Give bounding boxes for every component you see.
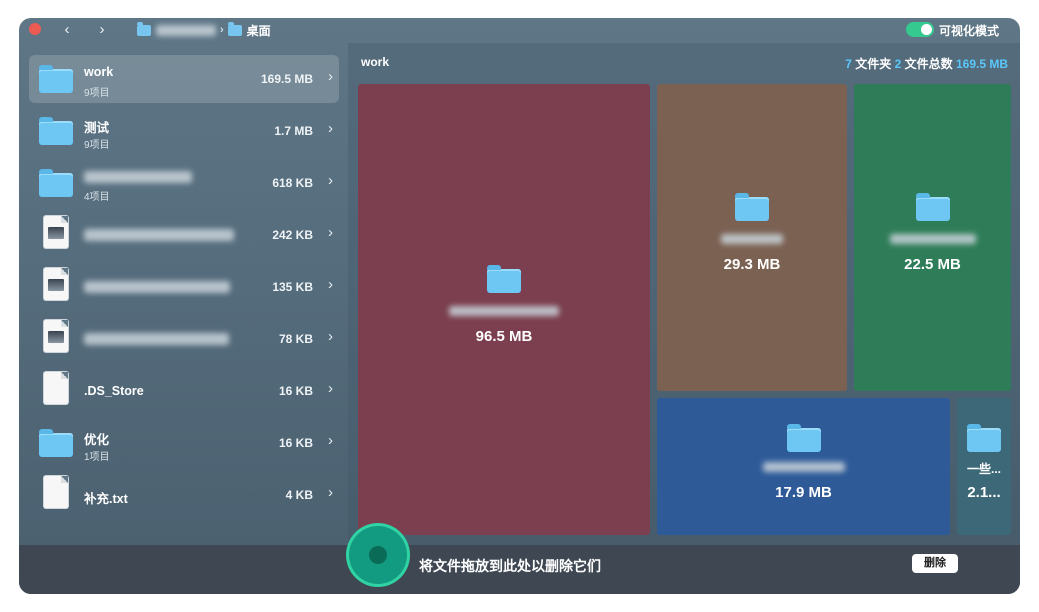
item-size: 1.7 MB: [274, 124, 313, 138]
folders-count: 7: [845, 57, 852, 71]
item-name-redacted: [84, 333, 229, 345]
item-size: 16 KB: [278, 436, 313, 450]
list-item[interactable]: 135 KB ›: [29, 263, 339, 311]
list-item[interactable]: work 9项目 169.5 MB ›: [29, 55, 339, 103]
visual-mode-label: 可视化模式: [939, 24, 1000, 38]
tile-size: 96.5 MB: [475, 328, 533, 345]
panel-title: work: [361, 55, 390, 69]
item-name-redacted: [84, 229, 234, 241]
breadcrumb-current[interactable]: 桌面: [247, 22, 271, 39]
close-window-button[interactable]: [29, 23, 41, 35]
chevron-right-icon[interactable]: ›: [328, 172, 333, 189]
chevron-right-icon[interactable]: ›: [328, 380, 333, 397]
treemap-tile[interactable]: 29.3 MB: [657, 84, 847, 391]
item-name: .DS_Store: [84, 384, 144, 398]
image-file-icon: [39, 320, 73, 354]
folder-icon: [39, 64, 73, 94]
breadcrumb-separator-icon: ›: [220, 24, 224, 36]
list-item[interactable]: 优化 1项目 16 KB ›: [29, 419, 339, 467]
list-item[interactable]: 测试 9项目 1.7 MB ›: [29, 107, 339, 155]
list-item[interactable]: 4项目 618 KB ›: [29, 159, 339, 207]
tile-name-redacted: [762, 462, 845, 472]
item-name-redacted: [84, 281, 230, 293]
breadcrumb-parent[interactable]: [156, 24, 216, 36]
item-name: 测试: [84, 121, 110, 135]
file-icon: [39, 372, 73, 406]
folders-label: 文件夹: [855, 57, 892, 71]
chevron-right-icon[interactable]: ›: [328, 224, 333, 241]
back-button[interactable]: ‹: [57, 20, 77, 40]
treemap-panel: work 7 文件夹 2 文件总数 169.5 MB 96.5 MB 29.3 …: [348, 43, 1020, 545]
tile-size: 2.1...: [967, 484, 1001, 501]
folder-icon: [39, 168, 73, 198]
item-count: 1项目: [84, 452, 110, 463]
item-count: 4项目: [84, 192, 110, 203]
list-item[interactable]: 78 KB ›: [29, 315, 339, 363]
total-size: 169.5 MB: [955, 57, 1008, 71]
treemap-tile[interactable]: 96.5 MB: [358, 84, 650, 535]
breadcrumb: › 桌面: [137, 21, 271, 39]
tile-size: 29.3 MB: [723, 256, 781, 273]
image-file-icon: [39, 268, 73, 302]
titlebar: ‹ › › 桌面 可视化模式: [19, 18, 1020, 43]
chevron-right-icon[interactable]: ›: [328, 328, 333, 345]
tile-name-redacted: [449, 306, 559, 316]
tile-name-redacted: [721, 234, 783, 244]
tile-size: 17.9 MB: [775, 484, 832, 501]
forward-button[interactable]: ›: [92, 20, 112, 40]
list-item[interactable]: 242 KB ›: [29, 211, 339, 259]
file-list: work 9项目 169.5 MB › 测试 9项目 1.7 MB › 4项目 …: [19, 43, 348, 545]
item-size: 618 KB: [272, 176, 313, 190]
treemap-tile[interactable]: 17.9 MB: [657, 398, 950, 535]
files-label: 文件总数: [904, 57, 953, 71]
drop-hint-text: 将文件拖放到此处以删除它们: [419, 558, 601, 574]
item-size: 135 KB: [272, 280, 313, 294]
item-count: 9项目: [84, 140, 110, 151]
chevron-right-icon[interactable]: ›: [328, 432, 333, 449]
delete-button[interactable]: 删除: [912, 554, 958, 573]
folder-icon: [487, 265, 521, 293]
item-name: work: [84, 65, 114, 79]
folder-icon: [227, 21, 242, 36]
tile-name-redacted: [889, 234, 976, 244]
treemap-tile[interactable]: 一些... 2.1...: [957, 398, 1011, 535]
list-item[interactable]: 补充.txt 4 KB ›: [29, 471, 339, 519]
folder-icon: [39, 428, 73, 458]
app-window: ‹ › › 桌面 可视化模式 work 9项目 169.5 MB › 测试 9项…: [19, 18, 1020, 594]
folder-icon: [735, 193, 769, 221]
folder-icon: [967, 424, 1001, 452]
folder-icon: [39, 116, 73, 146]
folder-icon: [915, 193, 950, 221]
item-count: 9项目: [84, 88, 110, 99]
folder-icon: [786, 424, 821, 452]
item-size: 242 KB: [272, 228, 313, 242]
tile-name: 一些...: [966, 462, 1001, 476]
item-size: 4 KB: [285, 488, 313, 502]
chevron-right-icon[interactable]: ›: [328, 484, 333, 501]
treemap-tile[interactable]: 22.5 MB: [854, 84, 1011, 391]
item-name: 补充.txt: [84, 492, 128, 506]
item-size: 78 KB: [278, 332, 313, 346]
chevron-right-icon[interactable]: ›: [328, 68, 333, 85]
visual-mode-toggle[interactable]: [906, 22, 934, 37]
item-name-redacted: [84, 171, 192, 183]
chevron-right-icon[interactable]: ›: [328, 120, 333, 137]
item-name: 优化: [84, 433, 110, 447]
files-count: 2: [894, 57, 902, 71]
item-size: 16 KB: [278, 384, 313, 398]
image-file-icon: [39, 216, 73, 250]
list-item[interactable]: .DS_Store 16 KB ›: [29, 367, 339, 415]
drop-target-icon[interactable]: [349, 526, 407, 584]
chevron-right-icon[interactable]: ›: [328, 276, 333, 293]
folder-summary: 7 文件夹 2 文件总数 169.5 MB: [845, 55, 1008, 72]
home-folder-icon[interactable]: [137, 21, 151, 36]
tile-size: 22.5 MB: [904, 256, 961, 273]
text-file-icon: [39, 476, 73, 510]
item-size: 169.5 MB: [260, 72, 313, 86]
